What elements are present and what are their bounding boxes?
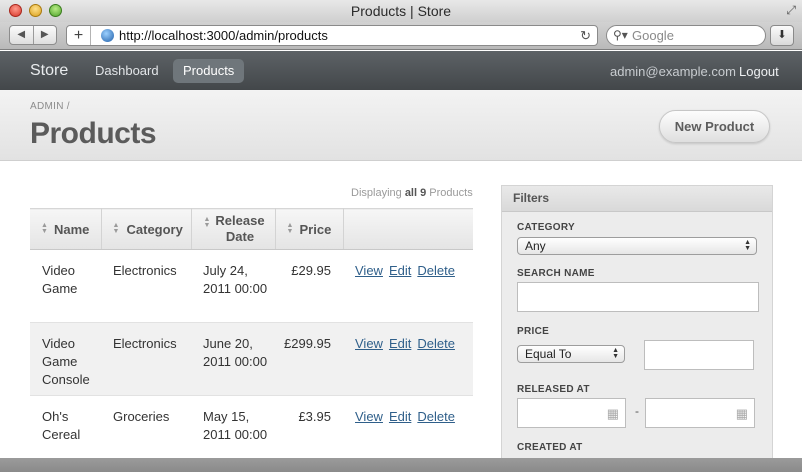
downloads-icon[interactable]: ⬇ [770,25,794,46]
delete-link[interactable]: Delete [417,336,455,351]
address-bar[interactable]: + http://localhost:3000/admin/products ↻ [66,25,598,46]
table-row: Video Game Console Electronics June 20, … [30,322,473,396]
url-text[interactable]: http://localhost:3000/admin/products [119,26,328,45]
cell-category: Electronics [101,322,191,396]
nav-dashboard[interactable]: Dashboard [85,59,169,83]
cell-price: £299.95 [275,322,343,396]
cell-price: £29.95 [275,249,343,323]
window-bottom-bar [0,458,802,472]
sort-icon: ▲ ▼ [203,216,211,229]
range-separator: - [635,404,639,418]
view-link[interactable]: View [355,409,383,424]
calendar-icon[interactable]: ▦ [607,406,619,422]
page-header: ADMIN / Products New Product [0,90,802,161]
cell-name: Video Game Console [30,322,101,396]
browser-toolbar: ◀ ▶ + http://localhost:3000/admin/produc… [0,22,802,50]
forward-icon[interactable]: ▶ [34,26,57,44]
table-row: Video Game Electronics July 24, 2011 00:… [30,249,473,323]
fullscreen-icon[interactable]: ⤢ [786,3,796,17]
delete-link[interactable]: Delete [417,263,455,278]
select-arrows-icon: ▲ ▼ [612,347,619,360]
cell-name: Video Game [30,249,101,323]
price-value-input[interactable] [644,340,754,370]
cell-actions: View Edit Delete [343,249,473,323]
filters-panel: Filters CATEGORY Any ▲ ▼ SEARCH NAME PRIC… [501,185,773,472]
sort-icon: ▲ ▼ [112,222,120,235]
search-name-label: SEARCH NAME [517,268,595,279]
column-header-price[interactable]: ▲ ▼ Price [275,208,344,250]
edit-link[interactable]: Edit [389,263,411,278]
released-at-label: RELEASED AT [517,384,590,395]
add-bookmark-icon[interactable]: + [67,26,91,45]
window-titlebar: Products | Store ⤢ [0,0,802,22]
products-table: ▲ ▼ Name ▲ ▼ Category ▲ ▼ Release Date ▲ ▼ P… [30,208,473,469]
history-buttons: ◀ ▶ [9,25,57,45]
delete-link[interactable]: Delete [417,409,455,424]
brand-link[interactable]: Store [30,51,68,90]
back-icon[interactable]: ◀ [10,26,34,44]
breadcrumb[interactable]: ADMIN / [30,101,70,112]
reload-icon[interactable]: ↻ [580,26,591,45]
close-window-button[interactable] [9,4,22,17]
window-title: Products | Store [350,3,452,19]
select-arrows-icon: ▲ ▼ [744,239,751,252]
minimize-window-button[interactable] [29,4,42,17]
released-at-to-input[interactable]: ▦ [645,398,755,428]
page-title: Products [30,117,157,150]
category-label: CATEGORY [517,222,575,233]
view-link[interactable]: View [355,263,383,278]
edit-link[interactable]: Edit [389,336,411,351]
created-at-label: CREATED AT [517,442,583,453]
cell-category: Electronics [101,249,191,323]
nav-products[interactable]: Products [173,59,245,83]
sort-icon: ▲ ▼ [41,222,48,235]
cell-release-date: July 24, 2011 00:00 [191,249,275,323]
column-header-name[interactable]: ▲ ▼ Name [30,208,102,250]
column-header-release-date[interactable]: ▲ ▼ Release Date [191,208,276,250]
app-navbar: Store Dashboard Products admin@example.c… [0,51,802,90]
price-label: PRICE [517,326,550,337]
released-at-from-input[interactable]: ▦ [517,398,626,428]
zoom-window-button[interactable] [49,4,62,17]
view-link[interactable]: View [355,336,383,351]
cell-release-date: June 20, 2011 00:00 [191,322,275,396]
column-header-actions [343,208,473,250]
sort-icon: ▲ ▼ [286,222,294,235]
column-header-category[interactable]: ▲ ▼ Category [101,208,192,250]
calendar-icon[interactable]: ▦ [736,406,748,422]
user-email[interactable]: admin@example.com [610,51,736,92]
price-operator-select[interactable]: Equal To ▲ ▼ [517,345,625,363]
site-globe-icon [101,29,114,42]
search-name-input[interactable] [517,282,759,312]
logout-link[interactable]: Logout [739,51,779,92]
cell-actions: View Edit Delete [343,322,473,396]
search-icon: ⚲▾ [613,28,628,42]
category-select[interactable]: Any ▲ ▼ [517,237,757,255]
search-placeholder: Google [632,28,674,43]
edit-link[interactable]: Edit [389,409,411,424]
filters-title: Filters [502,186,772,212]
new-product-button[interactable]: New Product [659,110,770,143]
browser-search-field[interactable]: ⚲▾ Google [606,25,766,46]
displaying-info: Displaying all 9 Products [351,187,473,199]
